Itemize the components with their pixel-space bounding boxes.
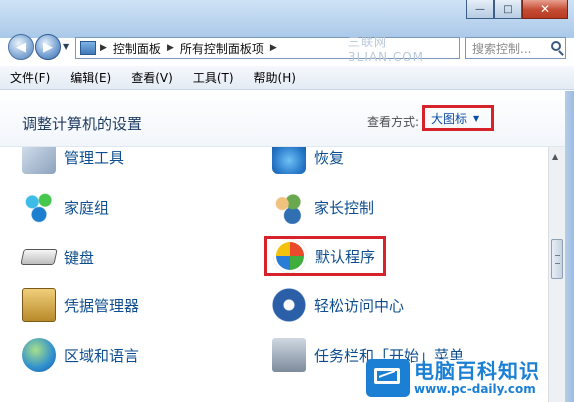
item-credential-manager[interactable]: 凭据管理器 <box>22 285 139 325</box>
view-by-dropdown[interactable]: 大图标 ▼ <box>422 105 494 131</box>
recovery-icon <box>272 147 306 174</box>
item-label: 区域和语言 <box>64 346 140 365</box>
menu-file[interactable]: 文件(F) <box>6 67 54 88</box>
breadcrumb-all-items[interactable]: 所有控制面板项 <box>180 40 264 57</box>
caret-down-icon: ▼ <box>473 113 480 123</box>
item-homegroup[interactable]: 家庭组 <box>22 187 109 227</box>
logo-url: www.pc-daily.com <box>414 381 536 396</box>
menu-bar: 文件(F) 编辑(E) 查看(V) 工具(T) 帮助(H) <box>0 66 574 90</box>
search-input[interactable]: 搜索控制... <box>465 37 566 59</box>
taskbar-start-menu-icon <box>272 338 306 372</box>
item-label: 轻松访问中心 <box>314 296 405 315</box>
chevron-right-icon: ▶ <box>269 43 277 53</box>
menu-help[interactable]: 帮助(H) <box>250 67 300 88</box>
page-title: 调整计算机的设置 <box>22 115 143 133</box>
menu-edit[interactable]: 编辑(E) <box>66 67 115 88</box>
chevron-right-icon: ▶ <box>166 43 174 53</box>
item-label: 家庭组 <box>64 198 110 217</box>
monitor-logo-icon <box>366 358 410 397</box>
back-button[interactable]: ◀ <box>8 34 34 60</box>
page-header: 调整计算机的设置 查看方式: 大图标 ▼ <box>0 91 574 147</box>
control-panel-icon <box>80 41 96 55</box>
item-default-programs[interactable]: 默认程序 <box>264 236 387 276</box>
homegroup-icon <box>22 190 56 224</box>
arrow-right-icon: ▶ <box>43 39 53 55</box>
item-label: 管理工具 <box>64 148 125 167</box>
admin-tools-icon <box>22 147 56 174</box>
arrow-left-icon: ◀ <box>16 39 26 55</box>
default-programs-icon <box>273 239 307 273</box>
minimize-button[interactable]: — <box>466 0 494 19</box>
logo-name: 电脑百科知识 <box>414 358 540 383</box>
search-placeholder: 搜索控制... <box>472 41 532 56</box>
item-ease-of-access[interactable]: 轻松访问中心 <box>272 285 404 325</box>
item-label: 家长控制 <box>314 198 375 217</box>
view-by-label: 查看方式: <box>367 115 420 129</box>
ease-of-access-icon <box>272 288 306 322</box>
menu-view[interactable]: 查看(V) <box>127 67 177 88</box>
keyboard-icon <box>20 249 58 265</box>
site-logo: 电脑百科知识 www.pc-daily.com <box>366 353 574 402</box>
view-by-value: 大图标 <box>431 111 468 126</box>
credential-manager-icon <box>22 288 56 322</box>
logo-text: 电脑百科知识 www.pc-daily.com <box>414 361 540 395</box>
parental-controls-icon <box>272 190 306 224</box>
navigation-bar: ◀ ▶ ▼ ▶ 控制面板 ▶ 所有控制面板项 ▶ 三联网 3LIAN.COM ↻… <box>0 32 574 64</box>
item-region-language[interactable]: 区域和语言 <box>22 335 139 375</box>
item-admin-tools[interactable]: 管理工具 <box>22 147 124 177</box>
scroll-up-icon[interactable]: ▲ <box>552 152 558 161</box>
region-language-icon <box>22 338 56 372</box>
item-parental-controls[interactable]: 家长控制 <box>272 187 374 227</box>
window-controls: — □ ✕ <box>466 0 568 20</box>
watermark-text: 三联网 3LIAN.COM <box>348 34 425 64</box>
breadcrumb-control-panel[interactable]: 控制面板 <box>113 40 161 57</box>
address-bar[interactable]: ▶ 控制面板 ▶ 所有控制面板项 ▶ 三联网 3LIAN.COM ↻ <box>75 35 525 64</box>
menu-tools[interactable]: 工具(T) <box>189 67 238 88</box>
item-label: 键盘 <box>64 248 95 267</box>
chevron-right-icon: ▶ <box>100 43 107 53</box>
maximize-button[interactable]: □ <box>494 0 522 19</box>
chevron-down-icon: ▼ <box>63 42 70 51</box>
item-keyboard[interactable]: 键盘 <box>20 237 95 277</box>
item-label: 恢复 <box>314 148 345 167</box>
item-label: 默认程序 <box>315 247 376 266</box>
search-icon[interactable] <box>551 41 561 51</box>
forward-button[interactable]: ▶ <box>35 34 61 60</box>
scrollbar-thumb[interactable] <box>551 239 563 279</box>
close-button[interactable]: ✕ <box>522 0 568 19</box>
item-recovery[interactable]: 恢复 <box>272 147 344 177</box>
item-label: 凭据管理器 <box>64 296 140 315</box>
recent-pages-dropdown[interactable]: ▼ <box>63 42 69 51</box>
